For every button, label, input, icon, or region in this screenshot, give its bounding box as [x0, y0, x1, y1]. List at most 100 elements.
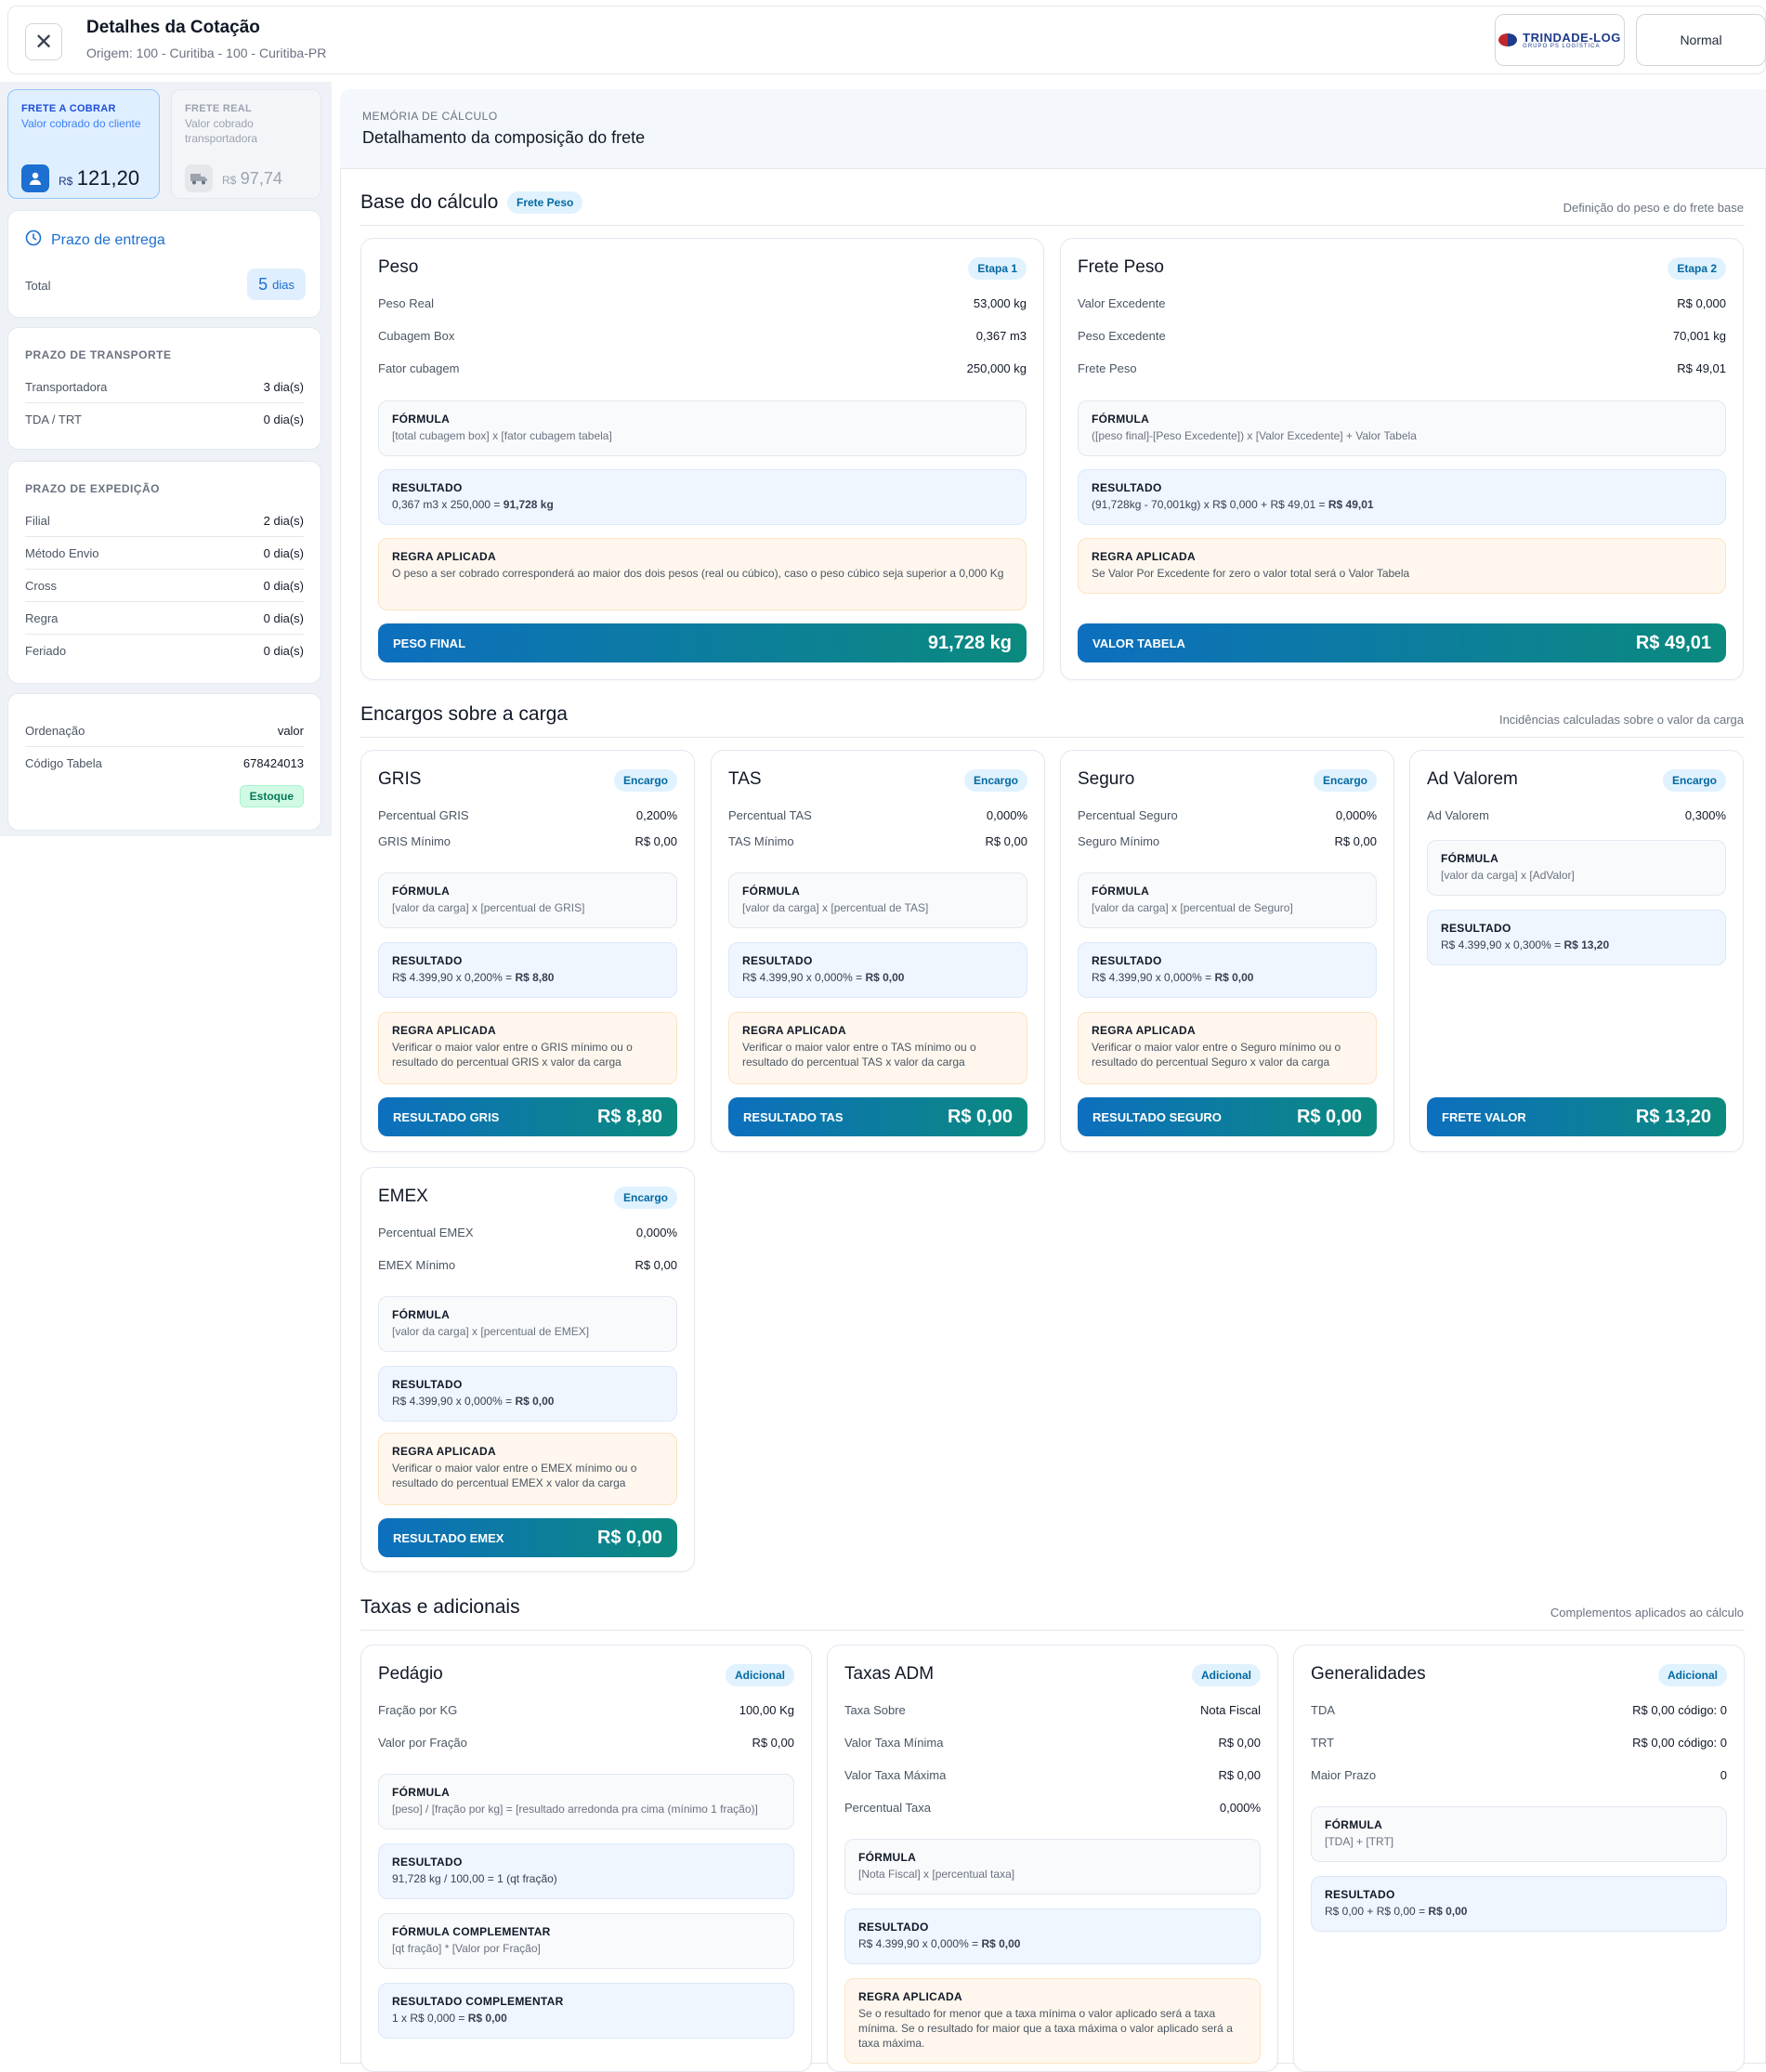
- section-subtitle: Complementos aplicados ao cálculo: [1550, 1606, 1744, 1620]
- table-row: Percentual GRIS 0,200%: [378, 808, 677, 822]
- prazo-transporte-card: PRAZO DE TRANSPORTE Transportadora 3 dia(…: [7, 327, 321, 450]
- result-box: RESULTADO R$ 4.399,90 x 0,000% = R$ 0,00: [728, 942, 1027, 998]
- tas-card: TAS Encargo Percentual TAS 0,000% TAS Mín…: [711, 750, 1045, 1152]
- section-subtitle: Incidências calculadas sobre o valor da …: [1498, 713, 1744, 727]
- prazo-total-label: Total: [25, 279, 51, 293]
- table-row: Seguro Mínimo R$ 0,00: [1078, 834, 1377, 848]
- mode-button[interactable]: Normal: [1636, 14, 1766, 66]
- formula-box: FÓRMULA [Nota Fiscal] x [percentual taxa]: [844, 1839, 1261, 1895]
- main-title: Detalhamento da composição do frete: [362, 128, 646, 147]
- formula-box: FÓRMULA [valor da carga] x [percentual de…: [728, 872, 1027, 928]
- result-box: RESULTADO R$ 4.399,90 x 0,000% = R$ 0,00: [378, 1366, 677, 1422]
- rule-box: REGRA APLICADA Verificar o maior valor en…: [728, 1012, 1027, 1084]
- table-row: Valor Taxa Mínima R$ 0,00: [844, 1736, 1261, 1750]
- clock-icon: [25, 229, 42, 251]
- table-row: Fator cubagem 250,000 kg: [378, 361, 1027, 375]
- result-box: RESULTADO R$ 0,00 + R$ 0,00 = R$ 0,00: [1311, 1876, 1727, 1932]
- result-box: RESULTADO R$ 4.399,90 x 0,300% = R$ 13,20: [1427, 910, 1726, 965]
- divider: [360, 737, 1745, 738]
- table-row: Ad Valorem 0,300%: [1427, 808, 1726, 822]
- logo-text: TRINDADE-LOG: [1523, 30, 1621, 45]
- frete-real-value: 97,74: [240, 168, 282, 188]
- list-item: Ordenação valor: [25, 724, 304, 738]
- emex-card: EMEX Encargo Percentual EMEX 0,000% EMEX …: [360, 1167, 695, 1572]
- section-subtitle: Definição do peso e do frete base: [1563, 201, 1744, 215]
- divider: [25, 746, 304, 747]
- logo-subtext: GRUPO PS LOGÍSTICA: [1523, 43, 1601, 49]
- frete-real-card[interactable]: FRETE REAL Valor cobrado transportadora …: [171, 89, 321, 199]
- table-row: Peso Excedente 70,001 kg: [1078, 329, 1726, 343]
- frete-peso-card: Frete Peso Etapa 2 Valor Excedente R$ 0,0…: [1060, 238, 1744, 680]
- list-item: TDA / TRT 0 dia(s): [25, 413, 304, 426]
- prazo-total-badge: 5 dias: [247, 269, 306, 300]
- formula-box: FÓRMULA [valor da carga] x [AdValor]: [1427, 840, 1726, 896]
- list-item: Código Tabela 678424013: [25, 756, 304, 770]
- prazo-title: Prazo de entrega: [51, 231, 165, 248]
- currency: R$: [59, 175, 73, 188]
- card-title: Generalidades: [1311, 1664, 1426, 1684]
- list-item: Filial 2 dia(s): [25, 514, 304, 528]
- result-box: RESULTADO R$ 4.399,90 x 0,200% = R$ 8,80: [378, 942, 677, 998]
- logo-mark-icon: [1498, 33, 1518, 46]
- card-title: Peso: [378, 257, 419, 277]
- close-button[interactable]: ✕: [25, 23, 62, 60]
- table-row: Percentual Seguro 0,000%: [1078, 808, 1377, 822]
- table-row: Maior Prazo 0: [1311, 1768, 1727, 1782]
- pedagio-card: Pedágio Adicional Fração por KG 100,00 Kg…: [360, 1645, 812, 2072]
- table-row: Percentual EMEX 0,000%: [378, 1226, 677, 1239]
- formula-box: FÓRMULA [total cubagem box] x [fator cuba…: [378, 400, 1027, 456]
- card-title: Pedágio: [378, 1664, 443, 1684]
- encargo-badge: Encargo: [1313, 769, 1377, 792]
- card-title: TAS: [728, 769, 762, 789]
- header-bar: ✕ Detalhes da Cotação Origem: 100 - Curi…: [7, 6, 1766, 74]
- frete-real-sub: Valor cobrado transportadora: [185, 117, 258, 145]
- estoque-tag: Estoque: [239, 785, 304, 807]
- divider: [25, 536, 304, 537]
- table-row: Valor por Fração R$ 0,00: [378, 1736, 794, 1750]
- encargo-badge: Encargo: [963, 769, 1027, 792]
- table-row: EMEX Mínimo R$ 0,00: [378, 1258, 677, 1272]
- formula-box: FÓRMULA [valor da carga] x [percentual de…: [1078, 872, 1377, 928]
- valor-tabela-bar: VALOR TABELA R$ 49,01: [1078, 623, 1726, 662]
- table-row: Frete Peso R$ 49,01: [1078, 361, 1726, 375]
- step-badge: Etapa 2: [1668, 257, 1726, 280]
- formula-box: FÓRMULA [TDA] + [TRT]: [1311, 1806, 1727, 1862]
- card-title: Seguro: [1078, 769, 1135, 789]
- table-row: Valor Excedente R$ 0,000: [1078, 296, 1726, 310]
- encargo-badge: Encargo: [1662, 769, 1726, 792]
- section-heading: PRAZO DE EXPEDIÇÃO: [25, 482, 161, 495]
- divider: [25, 569, 304, 570]
- list-item: Feriado 0 dia(s): [25, 644, 304, 658]
- seguro-card: Seguro Encargo Percentual Seguro 0,000% S…: [1060, 750, 1394, 1152]
- formula-box: FÓRMULA [peso] / [fração por kg] = [resul…: [378, 1774, 794, 1829]
- peso-card: Peso Etapa 1 Peso Real 53,000 kg Cubagem …: [360, 238, 1044, 680]
- prazo-expedicao-card: PRAZO DE EXPEDIÇÃO Filial 2 dia(s) Método…: [7, 461, 321, 684]
- table-row: Peso Real 53,000 kg: [378, 296, 1027, 310]
- divider: [25, 634, 304, 635]
- tabela-info-card: Ordenação valor Código Tabela 678424013 Es…: [7, 693, 321, 831]
- table-row: TDA R$ 0,00 código: 0: [1311, 1703, 1727, 1717]
- generalidades-card: Generalidades Adicional TDA R$ 0,00 códig…: [1293, 1645, 1745, 2072]
- company-logo[interactable]: TRINDADE-LOG GRUPO PS LOGÍSTICA: [1495, 14, 1625, 66]
- prazo-entrega-card: Prazo de entrega Total 5 dias: [7, 210, 321, 318]
- formula-box: FÓRMULA [valor da carga] x [percentual de…: [378, 872, 677, 928]
- formula-complementar-box: FÓRMULA COMPLEMENTAR [qt fração] * [Valor…: [378, 1913, 794, 1969]
- table-row: Valor Taxa Máxima R$ 0,00: [844, 1768, 1261, 1782]
- gris-card: GRIS Encargo Percentual GRIS 0,200% GRIS …: [360, 750, 695, 1152]
- divider: [25, 601, 304, 602]
- page-subtitle: Origem: 100 - Curitiba - 100 - Curitiba-…: [86, 46, 327, 60]
- step-badge: Etapa 1: [968, 257, 1027, 280]
- frete-cobrar-card[interactable]: FRETE A COBRAR Valor cobrado do cliente …: [7, 89, 160, 199]
- table-row: TAS Mínimo R$ 0,00: [728, 834, 1027, 848]
- resultado-emex-bar: RESULTADO EMEX R$ 0,00: [378, 1518, 677, 1557]
- result-box: RESULTADO 0,367 m3 x 250,000 = 91,728 kg: [378, 469, 1027, 525]
- result-box: RESULTADO R$ 4.399,90 x 0,000% = R$ 0,00: [1078, 942, 1377, 998]
- result-box: RESULTADO (91,728kg - 70,001kg) x R$ 0,00…: [1078, 469, 1726, 525]
- result-box: RESULTADO R$ 4.399,90 x 0,000% = R$ 0,00: [844, 1908, 1261, 1964]
- table-row: GRIS Mínimo R$ 0,00: [378, 834, 677, 848]
- resultado-complementar-box: RESULTADO COMPLEMENTAR 1 x R$ 0,000 = R$ …: [378, 1983, 794, 2039]
- adicional-badge: Adicional: [1191, 1664, 1261, 1686]
- frete-real-label: FRETE REAL: [185, 103, 253, 114]
- prazo-total-value: 5: [258, 274, 268, 294]
- main-header: MEMÓRIA DE CÁLCULO Detalhamento da compo…: [340, 89, 1766, 169]
